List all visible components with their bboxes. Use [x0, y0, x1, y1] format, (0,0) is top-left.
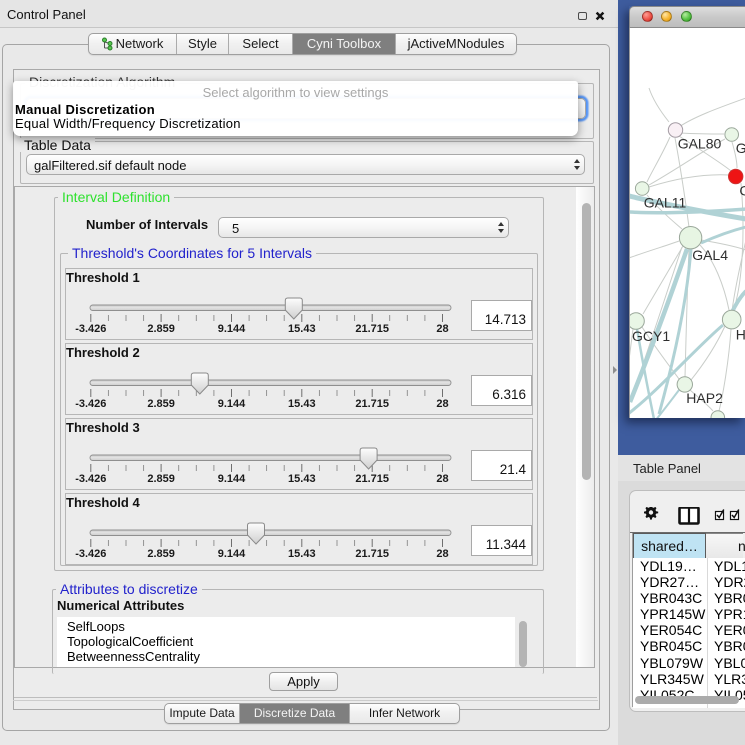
- svg-text:GAL80: GAL80: [678, 135, 722, 151]
- svg-text:GCY1: GCY1: [632, 328, 670, 344]
- svg-text:HAP2: HAP2: [686, 390, 723, 406]
- svg-text:H: H: [736, 327, 745, 343]
- svg-text:GAL11: GAL11: [644, 195, 687, 211]
- svg-text:GAL2: GAL2: [736, 140, 745, 156]
- svg-text:GAL4: GAL4: [692, 247, 728, 263]
- svg-text:CDC: CDC: [739, 183, 745, 199]
